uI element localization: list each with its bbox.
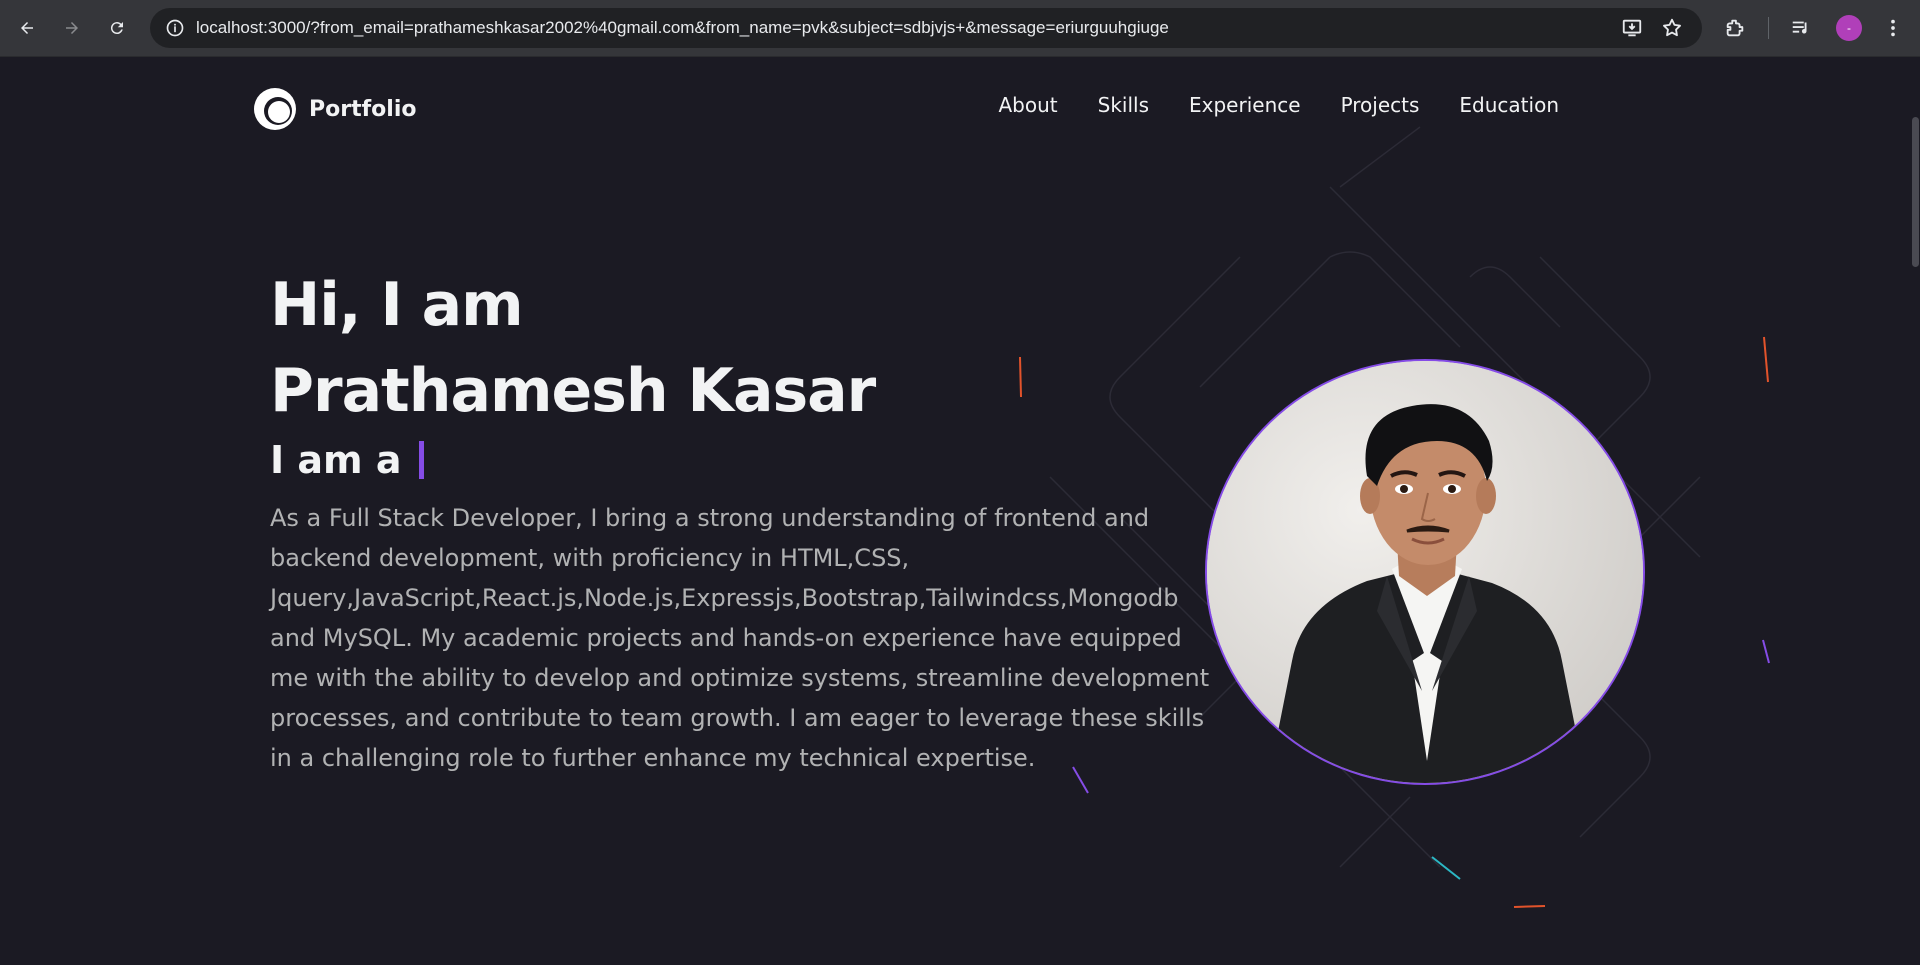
- media-controls-icon[interactable]: [1788, 15, 1814, 41]
- page-scrollbar[interactable]: [1911, 57, 1920, 965]
- site-info-icon[interactable]: [164, 17, 186, 39]
- scrollbar-thumb[interactable]: [1912, 117, 1919, 267]
- install-app-icon[interactable]: [1621, 17, 1643, 39]
- nav-link-about[interactable]: About: [999, 93, 1058, 117]
- nav-link-education[interactable]: Education: [1459, 93, 1559, 117]
- hero-description: As a Full Stack Developer, I bring a str…: [270, 504, 1210, 772]
- menu-kebab-icon[interactable]: [1880, 15, 1906, 41]
- hero-greeting-line1: Hi, I am: [270, 270, 524, 340]
- main-nav: About Skills Experience Projects Educati…: [999, 93, 1560, 117]
- back-icon[interactable]: [13, 14, 41, 42]
- logo[interactable]: Portfolio: [253, 87, 417, 131]
- forward-icon[interactable]: [58, 14, 86, 42]
- toolbar-separator: [1768, 17, 1769, 39]
- address-bar[interactable]: localhost:3000/?from_email=prathameshkas…: [150, 8, 1702, 48]
- url-text[interactable]: localhost:3000/?from_email=prathameshkas…: [196, 18, 1169, 38]
- reload-icon[interactable]: [103, 14, 131, 42]
- typing-cursor: [419, 441, 425, 479]
- logo-text: Portfolio: [309, 96, 417, 122]
- nav-link-projects[interactable]: Projects: [1341, 93, 1420, 117]
- page-viewport: Portfolio About Skills Experience Projec…: [0, 57, 1920, 965]
- profile-avatar[interactable]: -: [1836, 15, 1862, 41]
- profile-photo-illustration: [1207, 361, 1643, 783]
- logo-icon: [254, 88, 296, 130]
- browser-toolbar: localhost:3000/?from_email=prathameshkas…: [0, 0, 1920, 57]
- bookmark-star-icon[interactable]: [1661, 17, 1683, 39]
- nav-link-experience[interactable]: Experience: [1189, 93, 1301, 117]
- hero-text: Hi, I am Prathamesh Kasar I am a As a Fu…: [270, 262, 1210, 778]
- typing-prefix: I am a: [270, 438, 402, 482]
- nav-link-skills[interactable]: Skills: [1098, 93, 1149, 117]
- hero-name: Prathamesh Kasar: [270, 356, 876, 426]
- extensions-icon[interactable]: [1722, 15, 1748, 41]
- profile-photo: [1205, 359, 1645, 785]
- typing-line: I am a: [270, 438, 1210, 482]
